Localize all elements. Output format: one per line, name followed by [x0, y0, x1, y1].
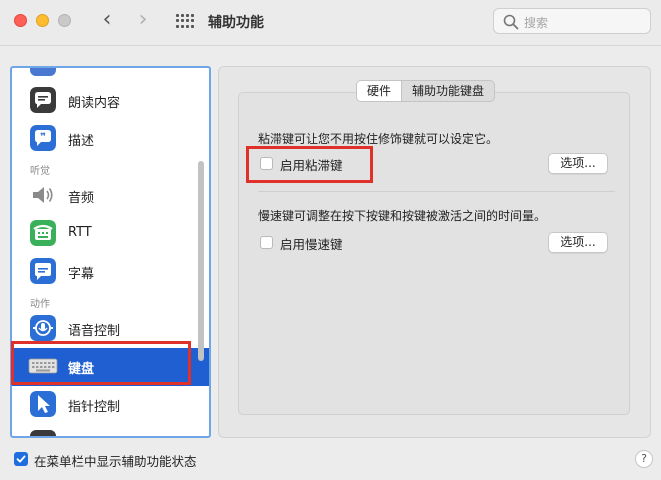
slow-keys-description: 慢速键可调整在按下按键和按键被激活之间的时间量。	[258, 209, 547, 223]
menu-bar-status-label[interactable]: 在菜单栏中显示辅助功能状态	[34, 451, 197, 470]
slow-keys-options-button[interactable]: 选项...	[548, 232, 608, 253]
sidebar-item-partial-bottom[interactable]	[12, 428, 209, 436]
sidebar-item-audio[interactable]: 音频	[12, 177, 209, 215]
svg-text:❞: ❞	[40, 132, 46, 143]
sidebar-item-voice-control[interactable]: 语音控制	[12, 310, 209, 348]
voice-control-icon	[30, 315, 56, 341]
slow-keys-checkbox[interactable]	[260, 236, 273, 249]
window-title: 辅助功能	[208, 15, 264, 31]
menu-bar-status-checkbox[interactable]	[14, 452, 28, 466]
search-field[interactable]: 搜索	[493, 8, 651, 34]
sticky-keys-description: 粘滞键可让您不用按住修饰键就可以设定它。	[258, 132, 499, 146]
keyboard-icon	[28, 358, 58, 374]
search-icon	[503, 14, 519, 30]
checkmark-icon	[16, 455, 26, 463]
section-header-motor: 动作	[30, 299, 50, 310]
sidebar-item-label: 字幕	[68, 267, 95, 282]
pointer-icon	[30, 391, 56, 417]
sidebar-item-spoken-content[interactable]: 朗读内容	[12, 82, 209, 120]
minimize-window-button[interactable]	[36, 14, 49, 27]
sticky-keys-options-button[interactable]: 选项...	[548, 153, 608, 174]
help-button[interactable]: ?	[635, 450, 653, 468]
rtt-phone-icon	[30, 220, 56, 246]
sidebar-item-label: 描述	[68, 134, 95, 149]
sidebar-item-descriptions[interactable]: ❞ 描述	[12, 120, 209, 158]
sidebar-item-label: 朗读内容	[68, 96, 121, 111]
sidebar-item-label: 键盘	[68, 362, 95, 377]
sidebar-item-pointer-control[interactable]: 指针控制	[12, 386, 209, 424]
title-bar: ‹ › 辅助功能 搜索	[0, 0, 661, 46]
quote-bubble-icon: ❞	[30, 125, 56, 151]
section-divider	[258, 191, 615, 192]
sticky-keys-label[interactable]: 启用粘滞键	[280, 155, 343, 174]
forward-button[interactable]: ›	[132, 9, 154, 33]
sidebar-scrollbar[interactable]	[198, 161, 204, 361]
show-all-grid-icon[interactable]	[176, 14, 194, 28]
partial-icon	[30, 68, 56, 76]
sidebar-item-label: 语音控制	[68, 324, 121, 339]
speech-bubble-icon	[30, 87, 56, 113]
speaker-icon	[30, 182, 56, 208]
sidebar-item-rtt[interactable]: RTT	[12, 215, 209, 253]
sidebar-item-captions[interactable]: 字幕	[12, 253, 209, 291]
slow-keys-label[interactable]: 启用慢速键	[280, 234, 343, 253]
tab-accessibility-keyboard[interactable]: 辅助功能键盘	[401, 81, 494, 101]
caption-icon	[30, 258, 56, 284]
partial-icon	[30, 430, 56, 436]
sticky-keys-checkbox[interactable]	[260, 157, 273, 170]
sidebar-item-keyboard[interactable]: 键盘	[12, 348, 209, 386]
sidebar-item-label: 音频	[68, 191, 95, 206]
sidebar-item-label: RTT	[68, 225, 92, 240]
sidebar-item-partial-top[interactable]	[12, 68, 209, 76]
back-button[interactable]: ‹	[96, 9, 118, 33]
tab-hardware[interactable]: 硬件	[357, 81, 402, 101]
sidebar-item-label: 指针控制	[68, 400, 121, 415]
search-placeholder: 搜索	[524, 16, 549, 30]
tab-bar: 硬件 辅助功能键盘	[356, 80, 496, 102]
sidebar: 朗读内容 ❞ 描述 听觉 音频 RTT 字幕 动作 语音控制 键盘 指针控制	[10, 66, 211, 438]
close-window-button[interactable]	[14, 14, 27, 27]
section-header-hearing: 听觉	[30, 166, 50, 177]
zoom-window-button[interactable]	[58, 14, 71, 27]
